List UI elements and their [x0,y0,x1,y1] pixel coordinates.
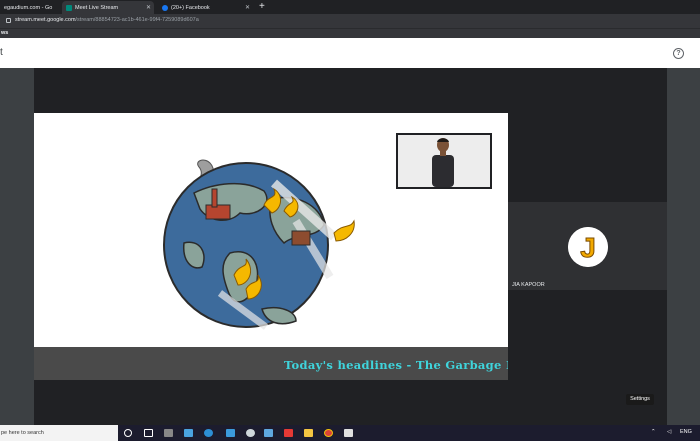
task-view-icon[interactable] [144,429,153,437]
tab-label: egaudium.com - Go [4,4,53,11]
lock-icon [6,18,11,23]
app-icon-5[interactable] [344,429,353,437]
browser-tab-strip: egaudium.com - Go ✕ Meet Live Stream ✕ (… [0,0,700,14]
address-bar[interactable]: stream.meet.google.com/stream/88854723-a… [0,14,700,28]
gear-icon[interactable] [246,429,255,437]
chrome-icon[interactable] [324,429,333,437]
help-icon[interactable]: ? [673,48,684,59]
app-icon-4[interactable] [284,429,293,437]
edge-icon[interactable] [204,429,213,437]
tab-meet-live-stream[interactable]: Meet Live Stream ✕ [62,1,154,14]
facebook-favicon-icon [162,4,168,11]
avatar-letter-graphic: J [568,227,608,267]
store-icon[interactable] [226,429,235,437]
tab-label: Meet Live Stream [75,4,119,11]
taskbar-search-box[interactable]: pe here to search [0,425,118,441]
app-title: t [0,47,3,58]
new-tab-button[interactable]: + [259,1,265,13]
close-tab-icon[interactable]: ✕ [146,4,151,11]
bookmarks-bar: ws [0,28,700,38]
stage-right-gutter [667,68,700,425]
language-indicator[interactable]: ENG [680,429,692,435]
presenter-self-view [396,133,492,189]
close-tab-icon[interactable]: ✕ [245,4,250,11]
search-placeholder: pe here to search [1,430,44,436]
settings-button[interactable]: Settings [626,394,654,405]
volume-icon[interactable]: ◁ [667,429,671,435]
tab-facebook[interactable]: (20+) Facebook ✕ [158,1,253,14]
url-text[interactable]: stream.meet.google.com/stream/88854723-a… [15,17,199,23]
presenter-video [398,135,490,187]
url-path: /stream/88854723-ac1b-461e-99f4-7259089d… [75,17,199,23]
url-host: stream.meet.google.com [15,17,76,23]
app-icon-3[interactable] [264,429,273,437]
app-header: t ? [0,38,700,68]
windows-taskbar: pe here to search ⌃ ◁ ENG [0,425,700,441]
stage-left-gutter [0,68,34,425]
tab-label: (20+) Facebook [171,4,210,11]
participant-name: JIA KAPOOR [512,282,545,288]
bookmark-item[interactable]: ws [1,30,8,36]
headline-ticker: Today's headlines - The Garbage Patc [34,347,508,380]
file-explorer-icon[interactable] [304,429,313,437]
cortana-icon[interactable] [124,429,132,437]
app-icon-2[interactable] [184,429,193,437]
meet-favicon-icon [66,4,72,11]
tray-chevron-icon[interactable]: ⌃ [651,429,656,435]
screen: egaudium.com - Go ✕ Meet Live Stream ✕ (… [0,0,700,441]
app-icon-1[interactable] [164,429,173,437]
participant-avatar: J [568,227,608,267]
ticker-text: Today's headlines - The Garbage Patc [284,358,508,372]
avatar-letter: J [580,232,596,263]
